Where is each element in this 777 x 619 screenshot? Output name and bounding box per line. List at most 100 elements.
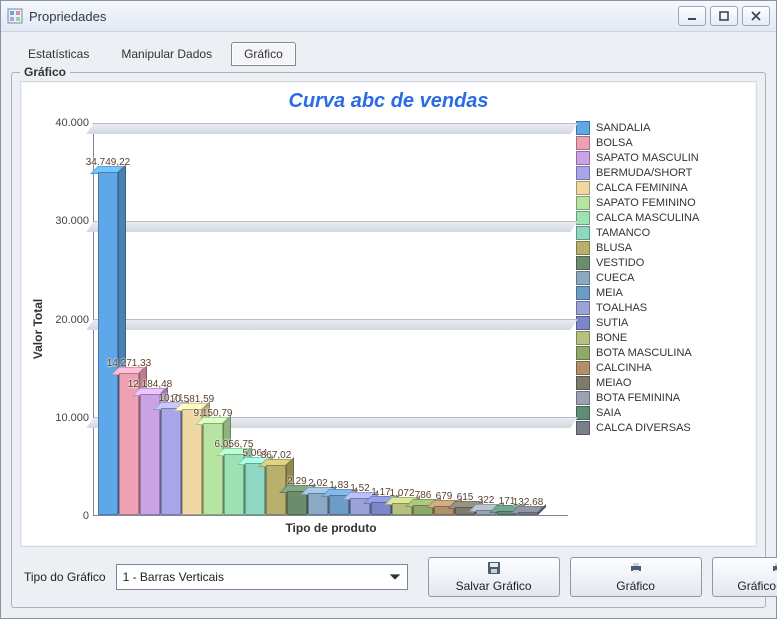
legend-item: SAPATO MASCULIN: [576, 151, 746, 165]
legend-item: TAMANCO: [576, 226, 746, 240]
legend-swatch: [576, 301, 590, 315]
chart-title: Curva abc de vendas: [21, 82, 756, 117]
bar: 10.71: [161, 123, 181, 515]
minimize-button[interactable]: [678, 6, 706, 26]
bar: 6.056,75: [224, 123, 244, 515]
legend-label: BLUSA: [596, 242, 632, 254]
print-chart-data-button[interactable]: Gráfico+Dados: [712, 557, 777, 597]
y-tick: 0: [83, 510, 89, 522]
legend-item: CALCA MASCULINA: [576, 211, 746, 225]
legend-swatch: [576, 406, 590, 420]
save-chart-button[interactable]: Salvar Gráfico: [428, 557, 560, 597]
tab-gr-fico[interactable]: Gráfico: [231, 42, 296, 66]
bar: 1.17: [371, 123, 391, 515]
legend-label: CALCA MASCULINA: [596, 212, 699, 224]
bar: 34.749,22: [98, 123, 118, 515]
legend-item: SAPATO FEMININO: [576, 196, 746, 210]
legend-item: CALCINHA: [576, 361, 746, 375]
window: Propriedades EstatísticasManipular Dados…: [0, 0, 777, 619]
bar: 322: [476, 123, 496, 515]
legend-label: BOTA MASCULINA: [596, 347, 692, 359]
titlebar[interactable]: Propriedades: [1, 1, 776, 32]
legend-swatch: [576, 166, 590, 180]
legend-label: SAPATO MASCULIN: [596, 152, 699, 164]
y-tick: 30.000: [55, 215, 89, 227]
bar: 9.150,79: [203, 123, 223, 515]
legend-item: BOTA FEMININA: [576, 391, 746, 405]
bar: 1.072: [392, 123, 412, 515]
legend-label: CALCA FEMININA: [596, 182, 688, 194]
y-axis: 010.00020.00030.00040.000: [49, 123, 93, 516]
bar-value-label: 322: [478, 495, 495, 506]
bar-value-label: 1.072: [389, 488, 414, 499]
legend-label: SANDALIA: [596, 122, 650, 134]
legend-swatch: [576, 376, 590, 390]
print-chart-button[interactable]: Gráfico: [570, 557, 702, 597]
legend-item: SANDALIA: [576, 121, 746, 135]
legend-swatch: [576, 391, 590, 405]
bar: 1.83: [329, 123, 349, 515]
legend-item: BERMUDA/SHORT: [576, 166, 746, 180]
bar-value-label: 679: [436, 491, 453, 502]
client-area: EstatísticasManipular DadosGráfico Gráfi…: [1, 32, 776, 618]
chart-type-label: Tipo do Gráfico: [24, 570, 106, 584]
legend-label: SAIA: [596, 407, 621, 419]
tab-estat-sticas[interactable]: Estatísticas: [15, 42, 102, 66]
bar-value-label: 2.29: [287, 476, 306, 487]
legend-item: SAIA: [576, 406, 746, 420]
bar: 2.29: [287, 123, 307, 515]
bar: 132,68: [518, 123, 538, 515]
close-button[interactable]: [742, 6, 770, 26]
y-tick: 10.000: [55, 412, 89, 424]
chart-body: Valor Total 010.00020.00030.00040.000 Ti…: [21, 117, 756, 546]
bar: 12.184,48: [140, 123, 160, 515]
legend-swatch: [576, 256, 590, 270]
groupbox-caption: Gráfico: [20, 65, 70, 79]
chart-groupbox: Gráfico Curva abc de vendas Valor Total …: [11, 72, 766, 608]
legend-item: BOTA MASCULINA: [576, 346, 746, 360]
legend-swatch: [576, 361, 590, 375]
window-buttons: [678, 6, 770, 26]
legend-label: TAMANCO: [596, 227, 650, 239]
printer-icon: [771, 561, 777, 578]
bar: 615: [455, 123, 475, 515]
tab-manipular-dados[interactable]: Manipular Dados: [108, 42, 225, 66]
legend-swatch: [576, 211, 590, 225]
bar: 2.02: [308, 123, 328, 515]
legend-swatch: [576, 151, 590, 165]
legend-item: CUECA: [576, 271, 746, 285]
legend-label: CALCA DIVERSAS: [596, 422, 691, 434]
bar-value-label: 615: [457, 492, 474, 503]
bar: 171: [497, 123, 517, 515]
legend-label: SAPATO FEMININO: [596, 197, 696, 209]
plot-area: Tipo de produto 34.749,2214.271,3312.184…: [93, 123, 568, 516]
app-icon: [7, 8, 23, 24]
maximize-button[interactable]: [710, 6, 738, 26]
legend-item: MEIA: [576, 286, 746, 300]
chart-type-combo[interactable]: 1 - Barras Verticais: [116, 564, 408, 590]
legend-swatch: [576, 316, 590, 330]
legend-item: SUTIA: [576, 316, 746, 330]
bar-value-label: 1.17: [371, 487, 390, 498]
bar-value-label: 1.52: [350, 483, 369, 494]
legend-swatch: [576, 226, 590, 240]
legend-label: CUECA: [596, 272, 635, 284]
bottom-bar: Tipo do Gráfico 1 - Barras Verticais Sal…: [20, 547, 757, 599]
window-title: Propriedades: [29, 9, 678, 24]
legend-swatch: [576, 241, 590, 255]
legend-label: BERMUDA/SHORT: [596, 167, 692, 179]
y-tick: 40.000: [55, 117, 89, 129]
legend-label: BOLSA: [596, 137, 633, 149]
legend-swatch: [576, 181, 590, 195]
legend-item: TOALHAS: [576, 301, 746, 315]
legend-item: BLUSA: [576, 241, 746, 255]
legend-swatch: [576, 286, 590, 300]
bar: 14.271,33: [119, 123, 139, 515]
bar-value-label: 786: [415, 490, 432, 501]
bar-value-label: 132,68: [513, 497, 544, 508]
bar: 679: [434, 123, 454, 515]
legend-item: VESTIDO: [576, 256, 746, 270]
legend-label: BOTA FEMININA: [596, 392, 680, 404]
chevron-down-icon: [387, 569, 403, 585]
plot-wrap: Valor Total 010.00020.00030.00040.000 Ti…: [27, 117, 568, 540]
